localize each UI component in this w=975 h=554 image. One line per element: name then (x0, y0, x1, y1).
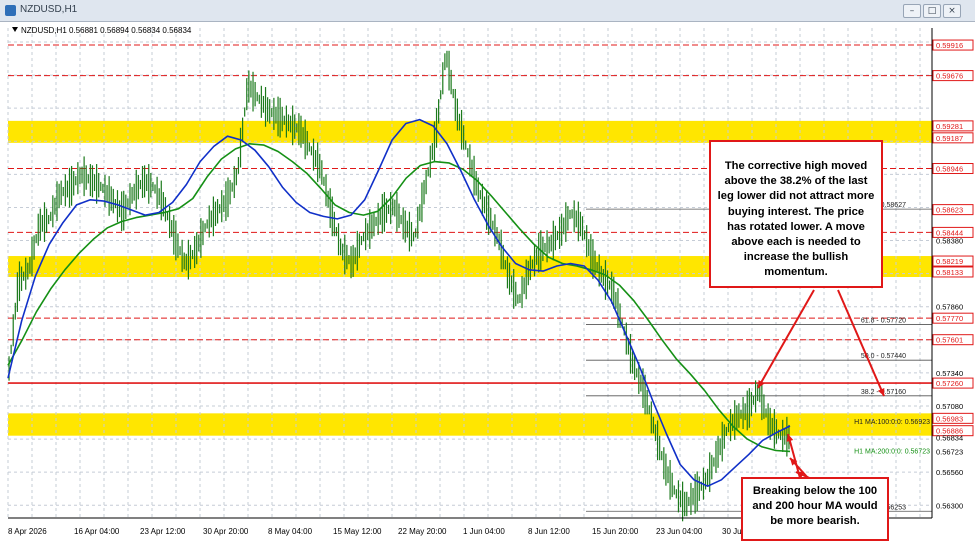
price-axis-tick: 0.58133 (936, 268, 963, 277)
price-axis-tick: 0.59187 (936, 134, 963, 143)
bottom-annotation-callout: Breaking below the 100 and 200 hour MA w… (741, 477, 889, 541)
time-axis-tick: 8 May 04:00 (268, 527, 313, 536)
price-axis-tick: 0.58946 (936, 165, 963, 174)
time-axis-tick: 16 Apr 04:00 (74, 527, 120, 536)
time-axis-tick: 23 Jun 04:00 (656, 527, 703, 536)
price-axis-tick: 0.59281 (936, 122, 963, 131)
time-axis-tick: 8 Apr 2026 (8, 527, 47, 536)
time-axis-tick: 22 May 20:00 (398, 527, 447, 536)
price-axis-tick: 0.57770 (936, 314, 963, 323)
ma200-label: H1 MA:200:0:0: 0.56723 (854, 448, 930, 455)
price-axis-tick: 0.56834 (936, 433, 963, 442)
price-axis-tick: 0.56560 (936, 468, 963, 477)
collapse-triangle-icon (12, 27, 18, 32)
support-resistance-zone (8, 413, 932, 436)
price-axis-tick: 0.58623 (936, 206, 963, 215)
price-axis-tick: 0.56723 (936, 447, 963, 456)
app-icon (5, 5, 16, 16)
time-axis-tick: 1 Jun 04:00 (463, 527, 505, 536)
ma100-label: H1 MA:100:0:0: 0.56923 (854, 419, 930, 426)
time-axis-tick: 23 Apr 12:00 (140, 527, 186, 536)
fib-level-label: 61.8 - 0.57720 (861, 318, 906, 325)
price-axis-tick: 0.56983 (936, 414, 963, 423)
price-axis-tick: 0.57601 (936, 336, 963, 345)
price-axis-tick: 0.56300 (936, 501, 963, 510)
chart-info: NZDUSD,H1 0.56881 0.56894 0.56834 0.5683… (12, 26, 191, 35)
minimize-button[interactable]: – (903, 4, 921, 18)
maximize-button[interactable]: □ (923, 4, 941, 18)
price-axis-tick: 0.57340 (936, 369, 963, 378)
price-axis-tick: 0.58380 (936, 237, 963, 246)
time-axis-tick: 30 Apr 20:00 (203, 527, 249, 536)
price-axis-tick: 0.57860 (936, 303, 963, 312)
close-button[interactable]: × (943, 4, 961, 18)
callout-arrow-to-level (837, 289, 885, 397)
window-title: NZDUSD,H1 (20, 4, 78, 15)
ma200-line (7, 143, 791, 453)
chart-info-text: NZDUSD,H1 0.56881 0.56894 0.56834 0.5683… (21, 26, 192, 35)
price-axis-tick: 0.59916 (936, 41, 963, 50)
price-axis-tick: 0.58219 (936, 257, 963, 266)
price-axis-tick: 0.57260 (936, 379, 963, 388)
price-axis-tick: 0.59676 (936, 72, 963, 81)
window-titlebar: NZDUSD,H1 – □ × (0, 0, 975, 22)
callout-arrow-to-high (757, 289, 815, 389)
time-axis-tick: 15 May 12:00 (333, 527, 382, 536)
top-annotation-callout: The corrective high moved above the 38.2… (709, 140, 883, 288)
time-axis-tick: 15 Jun 20:00 (592, 527, 639, 536)
time-axis-tick: 8 Jun 12:00 (528, 527, 570, 536)
price-axis-tick: 0.57080 (936, 402, 963, 411)
